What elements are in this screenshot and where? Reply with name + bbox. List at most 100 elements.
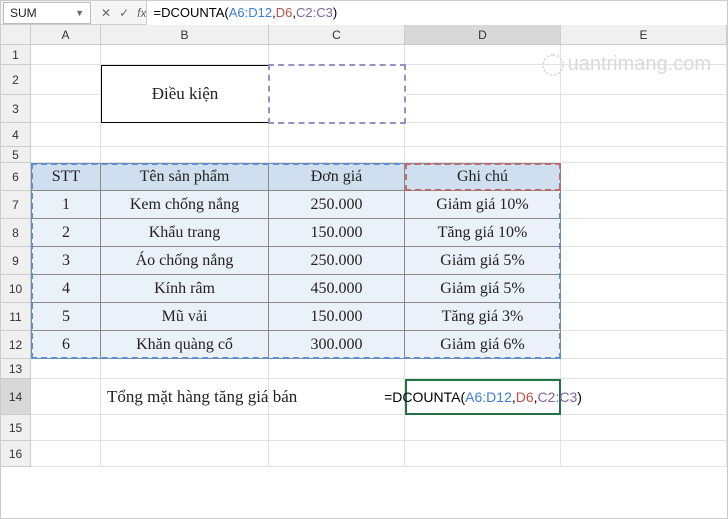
row-header-13[interactable]: 13 bbox=[1, 359, 31, 379]
cell-B8[interactable]: Khẩu trang bbox=[101, 219, 269, 247]
cell-A2[interactable] bbox=[31, 65, 101, 95]
cell-D10[interactable]: Giảm giá 5% bbox=[405, 275, 561, 303]
cell-D11[interactable]: Tăng giá 3% bbox=[405, 303, 561, 331]
cell-C16[interactable] bbox=[269, 441, 405, 467]
row-header-8[interactable]: 8 bbox=[1, 219, 31, 247]
cell-D5[interactable] bbox=[405, 147, 561, 163]
cell-A12[interactable]: 6 bbox=[31, 331, 101, 359]
cell-D2[interactable] bbox=[405, 65, 561, 95]
cell-D4[interactable] bbox=[405, 123, 561, 147]
cell-D7[interactable]: Giảm giá 10% bbox=[405, 191, 561, 219]
cell-E11[interactable] bbox=[561, 303, 727, 331]
chevron-down-icon[interactable]: ▼ bbox=[75, 8, 84, 18]
cell-C5[interactable] bbox=[269, 147, 405, 163]
cell-A13[interactable] bbox=[31, 359, 101, 379]
col-header-D[interactable]: D bbox=[405, 25, 561, 45]
cell-E2[interactable] bbox=[561, 65, 727, 95]
cell-A5[interactable] bbox=[31, 147, 101, 163]
cell-E15[interactable] bbox=[561, 415, 727, 441]
cell-C6[interactable]: Đơn giá bbox=[269, 163, 405, 191]
cell-C13[interactable] bbox=[269, 359, 405, 379]
cell-E12[interactable] bbox=[561, 331, 727, 359]
cell-E9[interactable] bbox=[561, 247, 727, 275]
criteria-label[interactable]: Điều kiện bbox=[101, 65, 269, 123]
cell-C8[interactable]: 150.000 bbox=[269, 219, 405, 247]
cell-D16[interactable] bbox=[405, 441, 561, 467]
row-header-4[interactable]: 4 bbox=[1, 123, 31, 147]
cell-B4[interactable] bbox=[101, 123, 269, 147]
row-header-14[interactable]: 14 bbox=[1, 379, 31, 415]
cell-E8[interactable] bbox=[561, 219, 727, 247]
cell-D12[interactable]: Giảm giá 6% bbox=[405, 331, 561, 359]
confirm-icon[interactable]: ✓ bbox=[119, 6, 129, 20]
cell-D3[interactable] bbox=[405, 95, 561, 123]
row-header-16[interactable]: 16 bbox=[1, 441, 31, 467]
col-header-C[interactable]: C bbox=[269, 25, 405, 45]
cell-B13[interactable] bbox=[101, 359, 269, 379]
cell-E7[interactable] bbox=[561, 191, 727, 219]
cell-B9[interactable]: Áo chống nắng bbox=[101, 247, 269, 275]
row-header-11[interactable]: 11 bbox=[1, 303, 31, 331]
cell-C4[interactable] bbox=[269, 123, 405, 147]
cell-B1[interactable] bbox=[101, 45, 269, 65]
row-header-9[interactable]: 9 bbox=[1, 247, 31, 275]
col-header-E[interactable]: E bbox=[561, 25, 727, 45]
cell-A1[interactable] bbox=[31, 45, 101, 65]
cell-A6[interactable]: STT bbox=[31, 163, 101, 191]
cell-B5[interactable] bbox=[101, 147, 269, 163]
cell-A11[interactable]: 5 bbox=[31, 303, 101, 331]
cell-B11[interactable]: Mũ vải bbox=[101, 303, 269, 331]
cell-C15[interactable] bbox=[269, 415, 405, 441]
cell-E3[interactable] bbox=[561, 95, 727, 123]
cell-D13[interactable] bbox=[405, 359, 561, 379]
cell-B12[interactable]: Khăn quàng cổ bbox=[101, 331, 269, 359]
cell-E6[interactable] bbox=[561, 163, 727, 191]
cell-A16[interactable] bbox=[31, 441, 101, 467]
cell-E1[interactable] bbox=[561, 45, 727, 65]
cell-E14[interactable] bbox=[561, 379, 727, 415]
col-header-A[interactable]: A bbox=[31, 25, 101, 45]
cell-C12[interactable]: 300.000 bbox=[269, 331, 405, 359]
cell-E4[interactable] bbox=[561, 123, 727, 147]
cell-A4[interactable] bbox=[31, 123, 101, 147]
row-header-10[interactable]: 10 bbox=[1, 275, 31, 303]
row-header-3[interactable]: 3 bbox=[1, 95, 31, 123]
cell-B6[interactable]: Tên sản phẩm bbox=[101, 163, 269, 191]
row-header-7[interactable]: 7 bbox=[1, 191, 31, 219]
cell-D6[interactable]: Ghi chú bbox=[405, 163, 561, 191]
summary-label[interactable]: Tổng mặt hàng tăng giá bán bbox=[101, 379, 401, 415]
name-box[interactable]: SUM ▼ bbox=[3, 2, 91, 24]
row-header-15[interactable]: 15 bbox=[1, 415, 31, 441]
cell-A10[interactable]: 4 bbox=[31, 275, 101, 303]
row-header-1[interactable]: 1 bbox=[1, 45, 31, 65]
cell-D9[interactable]: Giảm giá 5% bbox=[405, 247, 561, 275]
cell-E10[interactable] bbox=[561, 275, 727, 303]
cell-B7[interactable]: Kem chống nắng bbox=[101, 191, 269, 219]
row-header-6[interactable]: 6 bbox=[1, 163, 31, 191]
criteria-range[interactable]: Ghi chú Tăng* bbox=[269, 65, 405, 123]
cell-C9[interactable]: 250.000 bbox=[269, 247, 405, 275]
cell-A7[interactable]: 1 bbox=[31, 191, 101, 219]
cell-B10[interactable]: Kính râm bbox=[101, 275, 269, 303]
cell-D8[interactable]: Tăng giá 10% bbox=[405, 219, 561, 247]
row-header-5[interactable]: 5 bbox=[1, 147, 31, 163]
select-all-corner[interactable] bbox=[1, 25, 31, 45]
cell-B16[interactable] bbox=[101, 441, 269, 467]
row-header-2[interactable]: 2 bbox=[1, 65, 31, 95]
cell-B15[interactable] bbox=[101, 415, 269, 441]
cell-C1[interactable] bbox=[269, 45, 405, 65]
cell-A15[interactable] bbox=[31, 415, 101, 441]
cell-C11[interactable]: 150.000 bbox=[269, 303, 405, 331]
cell-C10[interactable]: 450.000 bbox=[269, 275, 405, 303]
row-header-12[interactable]: 12 bbox=[1, 331, 31, 359]
cell-E5[interactable] bbox=[561, 147, 727, 163]
cell-A3[interactable] bbox=[31, 95, 101, 123]
cell-D14-active[interactable]: =DCOUNTA(A6:D12,D6,C2:C3) bbox=[405, 379, 561, 415]
col-header-B[interactable]: B bbox=[101, 25, 269, 45]
cancel-icon[interactable]: ✕ bbox=[101, 6, 111, 20]
cell-D1[interactable] bbox=[405, 45, 561, 65]
cell-E13[interactable] bbox=[561, 359, 727, 379]
cell-D15[interactable] bbox=[405, 415, 561, 441]
cell-E16[interactable] bbox=[561, 441, 727, 467]
fx-icon[interactable]: fx bbox=[137, 6, 146, 20]
